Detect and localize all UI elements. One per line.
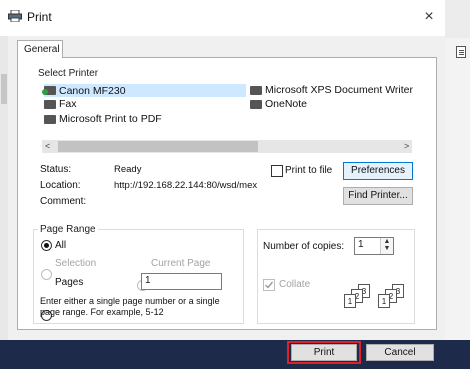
selection-label: Selection — [55, 258, 97, 269]
printer-icon — [250, 99, 262, 109]
status-label: Status: — [40, 164, 72, 175]
print-to-file-label: Print to file — [285, 165, 333, 176]
scroll-right-arrow[interactable]: > — [404, 141, 409, 151]
background-app-header — [445, 0, 470, 38]
check-icon — [265, 281, 274, 289]
status-value: Ready — [114, 164, 142, 175]
close-button[interactable]: × — [418, 8, 440, 28]
printer-item-fax[interactable]: Fax — [44, 98, 77, 110]
printer-icon — [44, 114, 56, 124]
printer-icon — [250, 85, 262, 95]
print-to-file-checkbox[interactable] — [271, 165, 283, 177]
copies-spinner[interactable]: ▲ ▼ — [380, 238, 393, 254]
printer-icon — [8, 10, 22, 22]
printer-item-onenote[interactable]: OneNote — [250, 98, 307, 110]
printer-name: Fax — [59, 98, 77, 110]
printer-name: Microsoft Print to PDF — [59, 113, 162, 125]
spinner-up-icon[interactable]: ▲ — [381, 238, 393, 245]
all-radio[interactable] — [41, 240, 52, 251]
collate-label: Collate — [279, 279, 311, 290]
pages-label: Pages — [55, 277, 84, 288]
all-label: All — [55, 240, 67, 251]
scroll-left-arrow[interactable]: < — [45, 141, 50, 151]
location-label: Location: — [40, 180, 81, 191]
tab-general[interactable]: General — [17, 40, 63, 58]
cancel-button[interactable]: Cancel — [366, 344, 434, 361]
printer-item-canon[interactable]: Canon MF230 — [42, 84, 246, 97]
copies-value: 1 — [358, 239, 364, 250]
collate-page-icon: 1 — [344, 294, 356, 308]
printer-name: Microsoft XPS Document Writer — [265, 84, 414, 96]
printer-item-xps[interactable]: Microsoft XPS Document Writer — [250, 84, 413, 96]
printer-item-pdf[interactable]: Microsoft Print to PDF — [44, 113, 162, 125]
spinner-down-icon[interactable]: ▼ — [381, 245, 393, 252]
background-scrollbar-thumb[interactable] — [1, 74, 7, 104]
dialog-title: Print — [27, 10, 52, 24]
collate-illustration: 3 2 1 3 2 1 — [340, 284, 416, 312]
selection-radio[interactable] — [41, 269, 52, 280]
document-icon[interactable] — [456, 46, 466, 58]
printer-name: Canon MF230 — [59, 84, 126, 97]
copies-label: Number of copies: — [263, 241, 345, 252]
select-printer-label: Select Printer — [38, 68, 99, 79]
default-printer-icon — [42, 86, 56, 95]
page-range-label: Page Range — [38, 224, 98, 235]
preferences-button[interactable]: Preferences — [343, 162, 413, 180]
collate-page-icon: 1 — [378, 294, 390, 308]
find-printer-button[interactable]: Find Printer... — [343, 187, 413, 205]
page-range-hint: Enter either a single page number or a s… — [40, 296, 220, 317]
comment-label: Comment: — [40, 196, 87, 207]
dialog-titlebar — [0, 0, 445, 36]
current-page-label: Current Page — [151, 258, 211, 269]
fax-icon — [44, 99, 56, 109]
printer-name: OneNote — [265, 98, 308, 110]
collate-checkbox[interactable] — [263, 279, 275, 291]
pages-input[interactable]: 1 — [141, 273, 222, 290]
print-button[interactable]: Print — [291, 344, 357, 361]
location-value: http://192.168.22.144:80/wsd/mex — [114, 180, 258, 191]
printer-list-scrollbar-thumb[interactable] — [58, 141, 258, 152]
